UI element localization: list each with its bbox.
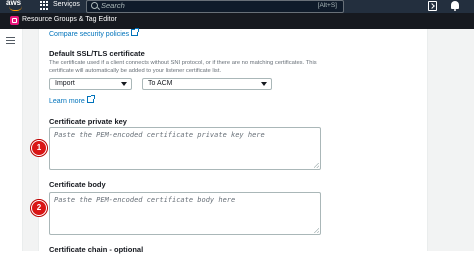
search-icon <box>91 2 98 9</box>
step-2-badge: 2 <box>31 200 47 216</box>
external-link-icon <box>131 28 140 36</box>
notifications-bell-icon[interactable] <box>451 1 459 11</box>
resource-groups-icon <box>10 16 19 25</box>
learn-more-label: Learn more <box>49 98 85 105</box>
resize-handle-icon[interactable] <box>314 228 319 233</box>
cloudshell-icon[interactable] <box>428 1 437 11</box>
certificate-body-label: Certificate body <box>49 180 106 189</box>
learn-more-link[interactable]: Learn more <box>49 95 95 105</box>
top-navigation-bar: aws Serviços Search [Alt+S] <box>0 0 474 13</box>
certificate-destination-select[interactable]: To ACM <box>142 78 272 90</box>
private-key-label: Certificate private key <box>49 117 127 126</box>
chevron-down-icon <box>121 82 127 86</box>
compare-security-policies-link[interactable]: Compare security policies <box>49 28 140 38</box>
certificate-body-textarea[interactable]: Paste the PEM-encoded certificate body h… <box>49 192 321 235</box>
favorite-resource-groups-link[interactable]: Resource Groups & Tag Editor <box>22 16 117 23</box>
search-input[interactable]: Search [Alt+S] <box>86 0 344 13</box>
certificate-source-select[interactable]: Import <box>49 78 132 90</box>
left-navigation-rail <box>0 29 23 251</box>
search-placeholder: Search <box>101 1 125 10</box>
certificate-body-placeholder: Paste the PEM-encoded certificate body h… <box>54 196 236 204</box>
private-key-textarea[interactable]: Paste the PEM-encoded certificate privat… <box>49 127 321 170</box>
private-key-placeholder: Paste the PEM-encoded certificate privat… <box>54 131 265 139</box>
services-grid-icon[interactable] <box>40 1 49 10</box>
certificate-source-value: Import <box>55 80 75 87</box>
certificate-chain-label: Certificate chain - optional <box>49 245 144 254</box>
step-1-badge: 1 <box>31 140 47 156</box>
ssl-certificate-heading: Default SSL/TLS certificate <box>49 49 145 58</box>
ssl-certificate-description: The certificate used if a client connect… <box>49 60 317 74</box>
hamburger-menu-icon[interactable] <box>6 37 15 44</box>
services-menu-button[interactable]: Serviços <box>53 1 80 8</box>
search-shortcut-hint: [Alt+S] <box>317 2 337 9</box>
external-link-icon <box>86 95 95 103</box>
compare-security-policies-label: Compare security policies <box>49 31 130 38</box>
aws-smile-icon <box>9 6 22 11</box>
aws-logo[interactable]: aws <box>6 0 28 12</box>
favorites-bar: Resource Groups & Tag Editor <box>0 13 474 30</box>
chevron-down-icon <box>261 82 267 86</box>
resize-handle-icon[interactable] <box>314 163 319 168</box>
certificate-destination-value: To ACM <box>148 80 173 87</box>
